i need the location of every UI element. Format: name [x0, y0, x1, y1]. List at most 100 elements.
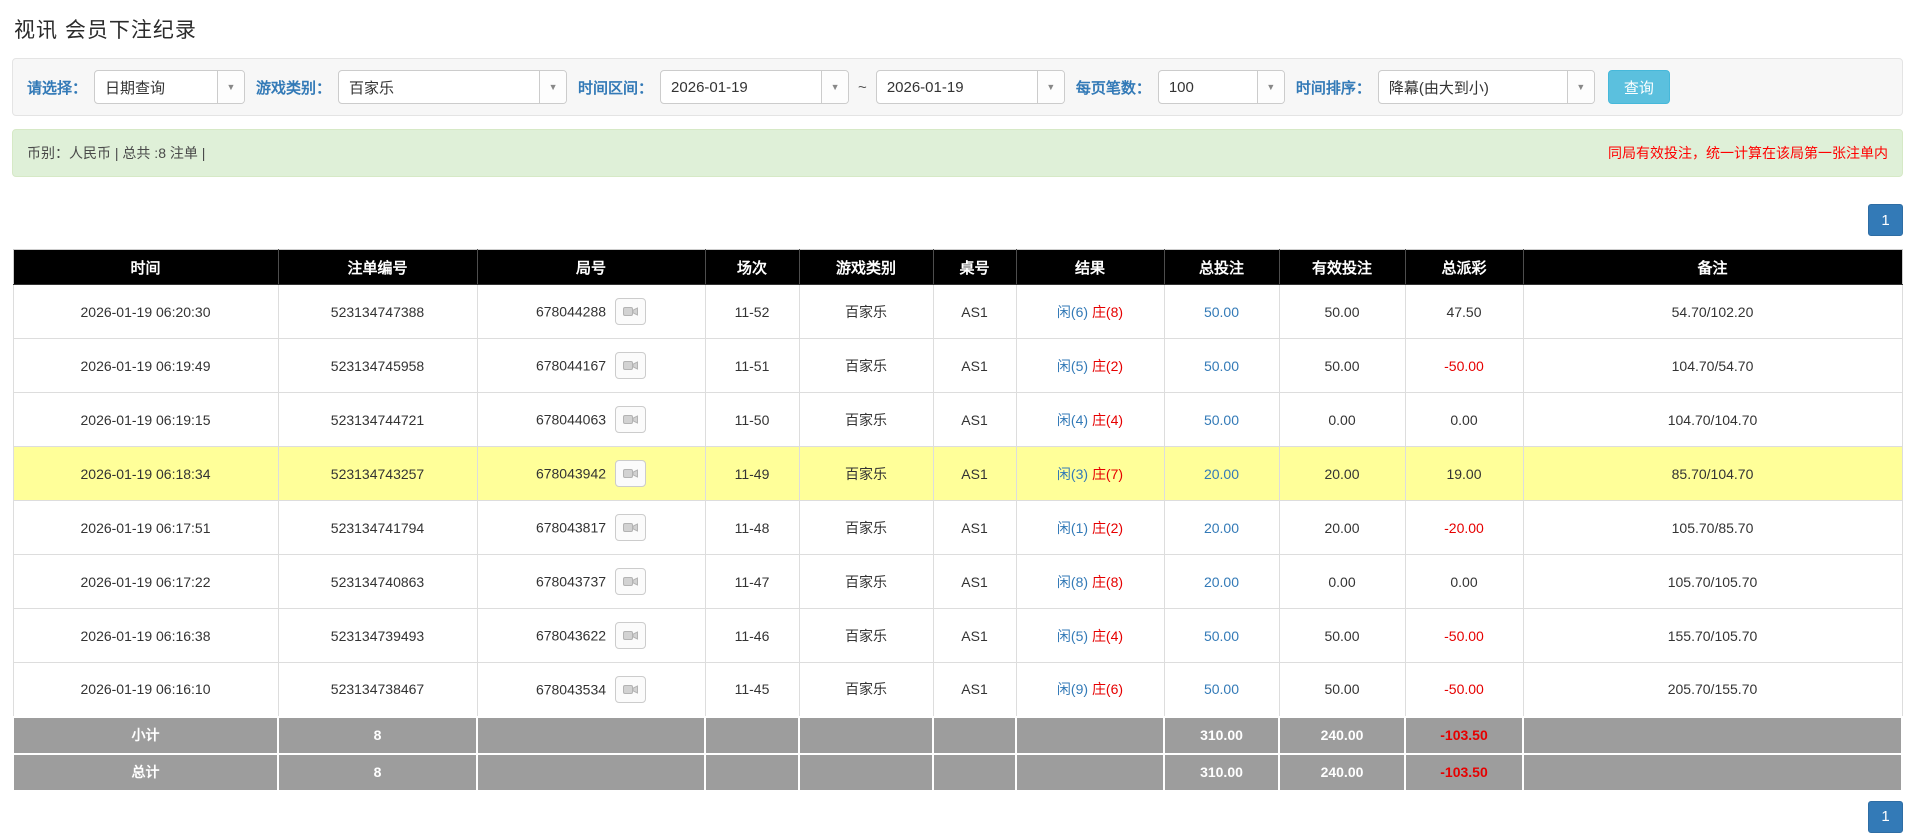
cell-result: 闲(1) 庄(2) — [1015, 500, 1165, 555]
cell-payout: 19.00 — [1404, 446, 1524, 501]
cell-total-bet: 50.00 — [1163, 608, 1280, 663]
cell-time: 2026-01-19 06:19:49 — [12, 338, 279, 393]
date-to-combobox: ▼ — [875, 70, 1065, 104]
cell-game-type: 百家乐 — [798, 338, 934, 393]
video-replay-button[interactable] — [615, 675, 647, 703]
round-number: 678043737 — [535, 573, 607, 590]
cell-payout: 0.00 — [1404, 392, 1524, 447]
cell-time: 2026-01-19 06:17:51 — [12, 500, 279, 555]
cell-payout: -50.00 — [1404, 662, 1524, 717]
video-replay-button[interactable] — [615, 514, 647, 541]
table-row: 2026-01-19 06:19:15 523134744721 678044063… — [12, 392, 1903, 447]
page-size-input[interactable] — [1158, 71, 1257, 103]
cell-session: 11-50 — [704, 392, 800, 447]
total-bet-link[interactable]: 50.00 — [1204, 304, 1239, 320]
chevron-down-icon[interactable]: ▼ — [1036, 71, 1064, 103]
chevron-down-icon[interactable]: ▼ — [1256, 71, 1284, 103]
cell-valid-bet: 0.00 — [1278, 392, 1406, 447]
cell-total-bet: 20.00 — [1163, 500, 1280, 555]
cell-time: 2026-01-19 06:18:34 — [12, 446, 279, 501]
page-number-button[interactable]: 1 — [1868, 204, 1903, 236]
total-bet-link[interactable]: 20.00 — [1204, 466, 1239, 482]
cell-table-no: AS1 — [932, 284, 1017, 339]
footer-empty-cell — [798, 715, 934, 755]
footer-empty-cell — [1015, 752, 1165, 792]
banker-result: 庄(2) — [1091, 357, 1124, 374]
player-result: 闲(5) — [1056, 627, 1089, 644]
cell-session: 11-45 — [704, 662, 800, 717]
footer-empty-cell — [798, 752, 934, 792]
cell-game-type: 百家乐 — [798, 446, 934, 501]
total-bet-link[interactable]: 50.00 — [1204, 358, 1239, 374]
total-bet-link[interactable]: 20.00 — [1204, 520, 1239, 536]
video-replay-button[interactable] — [615, 298, 647, 325]
footer-empty-cell — [476, 752, 706, 792]
page-title: 视讯 会员下注纪录 — [14, 19, 197, 42]
footer-empty-cell — [704, 752, 800, 792]
cell-session: 11-51 — [704, 338, 800, 393]
video-replay-button[interactable] — [615, 406, 647, 433]
date-from-input[interactable] — [661, 71, 822, 103]
game-type-input[interactable] — [339, 71, 540, 103]
chevron-down-icon[interactable]: ▼ — [539, 71, 567, 103]
cell-table-no: AS1 — [932, 338, 1017, 393]
bet-records-table: 时间 注单编号 局号 场次 游戏类别 桌号 结果 总投注 有效投注 总派彩 备注 2026-01-1… — [12, 249, 1903, 792]
date-range-separator: ~ — [858, 78, 867, 96]
total-bet-link[interactable]: 50.00 — [1204, 628, 1239, 644]
cell-total-bet: 50.00 — [1163, 392, 1280, 447]
footer-count: 8 — [277, 715, 478, 755]
time-range-label: 时间区间： — [578, 79, 654, 97]
column-header: 局号 — [477, 249, 706, 285]
column-header: 总投注 — [1164, 249, 1280, 285]
cell-time: 2026-01-19 06:17:22 — [12, 554, 279, 609]
total-bet-link[interactable]: 50.00 — [1204, 681, 1239, 697]
column-header: 注单编号 — [278, 249, 478, 285]
column-header: 备注 — [1523, 249, 1902, 285]
footer-label: 总计 — [12, 752, 279, 792]
cell-table-no: AS1 — [932, 608, 1017, 663]
round-number: 678044167 — [535, 357, 607, 374]
page-number-button[interactable]: 1 — [1868, 800, 1903, 833]
cell-round: 678043622 — [476, 608, 706, 663]
date-to-input[interactable] — [876, 71, 1037, 103]
total-bet-link[interactable]: 20.00 — [1204, 574, 1239, 590]
query-type-input[interactable] — [95, 71, 218, 103]
total-bet-link[interactable]: 50.00 — [1204, 412, 1239, 428]
round-number: 678043622 — [535, 627, 607, 644]
video-replay-button[interactable] — [615, 622, 647, 649]
player-result: 闲(4) — [1056, 411, 1089, 428]
cell-payout: -50.00 — [1404, 338, 1524, 393]
column-header: 场次 — [705, 249, 800, 285]
cell-bet-id: 523134739493 — [277, 608, 478, 663]
pagination-bottom: 1 — [12, 800, 1903, 833]
footer-empty-cell — [932, 715, 1017, 755]
pagination-top: 1 — [12, 204, 1903, 236]
video-replay-button[interactable] — [615, 352, 647, 379]
video-replay-button[interactable] — [615, 568, 647, 595]
chevron-down-icon[interactable]: ▼ — [217, 71, 245, 103]
cell-round: 678043942 — [476, 446, 706, 501]
cell-game-type: 百家乐 — [798, 608, 934, 663]
cell-table-no: AS1 — [932, 500, 1017, 555]
chevron-down-icon[interactable]: ▼ — [1566, 71, 1594, 103]
footer-empty-cell — [932, 752, 1017, 792]
cell-game-type: 百家乐 — [798, 554, 934, 609]
search-button[interactable]: 查询 — [1607, 70, 1670, 104]
footer-empty-cell — [1522, 752, 1903, 792]
currency-total-text: 币别：人民币 | 总共 :8 注单 | — [27, 145, 206, 161]
cell-note: 155.70/105.70 — [1522, 608, 1903, 663]
chevron-down-icon[interactable]: ▼ — [821, 71, 849, 103]
cell-session: 11-46 — [704, 608, 800, 663]
cell-total-bet: 50.00 — [1163, 662, 1280, 717]
cell-valid-bet: 50.00 — [1278, 338, 1406, 393]
table-row: 2026-01-19 06:18:34 523134743257 678043942… — [12, 446, 1903, 501]
cell-bet-id: 523134738467 — [277, 662, 478, 717]
video-replay-button[interactable] — [615, 460, 647, 487]
cell-time: 2026-01-19 06:19:15 — [12, 392, 279, 447]
cell-bet-id: 523134747388 — [277, 284, 478, 339]
cell-valid-bet: 50.00 — [1278, 284, 1406, 339]
column-header: 游戏类别 — [799, 249, 934, 285]
page-size-label: 每页笔数： — [1075, 79, 1151, 97]
time-sort-input[interactable] — [1378, 71, 1567, 103]
valid-bet-notice-text: 同局有效投注，统一计算在该局第一张注单内 — [1608, 145, 1888, 161]
